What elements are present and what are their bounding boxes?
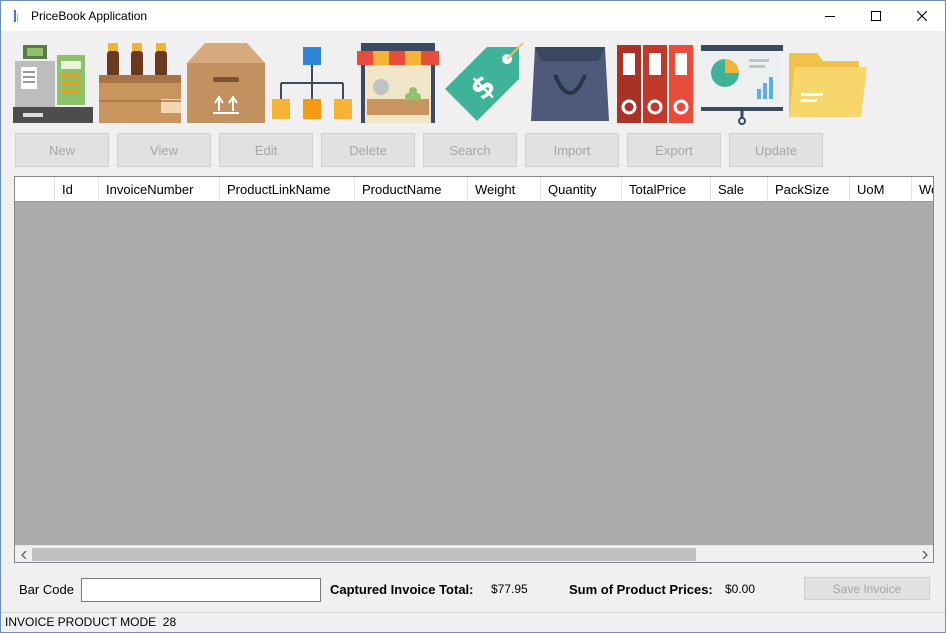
status-bar: INVOICE PRODUCT MODE 28: [1, 612, 945, 632]
sum-product-prices-value: $0.00: [725, 582, 756, 596]
binders-icon[interactable]: [615, 41, 697, 125]
new-button[interactable]: New: [15, 133, 109, 167]
horizontal-scrollbar[interactable]: [15, 545, 933, 562]
grid-header: Id InvoiceNumber ProductLinkName Product…: [15, 177, 933, 202]
cash-register-icon[interactable]: [13, 41, 95, 125]
price-tag-icon[interactable]: $: [443, 41, 525, 125]
invoice-footer: Bar Code Captured Invoice Total: $77.95 …: [1, 571, 945, 611]
column-header-id[interactable]: Id: [55, 177, 99, 201]
app-icon: [14, 10, 18, 22]
captured-total-value: $77.95: [491, 582, 528, 596]
minimize-button[interactable]: [807, 1, 853, 31]
export-button[interactable]: Export: [627, 133, 721, 167]
maximize-icon: [871, 11, 881, 21]
column-header-productlinkname[interactable]: ProductLinkName: [220, 177, 355, 201]
window-title: PriceBook Application: [31, 9, 148, 23]
beer-crate-icon[interactable]: [99, 41, 181, 125]
column-header-weight-partial[interactable]: We: [912, 177, 933, 201]
sum-product-prices-label: Sum of Product Prices:: [569, 582, 713, 597]
column-header-sale[interactable]: Sale: [711, 177, 768, 201]
column-header-quantity[interactable]: Quantity: [541, 177, 622, 201]
chevron-left-icon: [20, 550, 26, 559]
edit-button[interactable]: Edit: [219, 133, 313, 167]
import-button[interactable]: Import: [525, 133, 619, 167]
save-invoice-button[interactable]: Save Invoice: [804, 577, 930, 600]
shopping-bag-icon[interactable]: [529, 41, 611, 125]
captured-total-label: Captured Invoice Total:: [330, 582, 474, 597]
delete-button[interactable]: Delete: [321, 133, 415, 167]
search-button[interactable]: Search: [423, 133, 517, 167]
row-header-column[interactable]: [15, 177, 55, 201]
app-window: PriceBook Application $ New View Edit De…: [0, 0, 946, 633]
status-text: INVOICE PRODUCT MODE 28: [5, 615, 177, 629]
minimize-icon: [825, 16, 835, 17]
toolbar: $: [13, 41, 873, 125]
scroll-right-button[interactable]: [916, 546, 933, 562]
column-header-productname[interactable]: ProductName: [355, 177, 468, 201]
update-button[interactable]: Update: [729, 133, 823, 167]
scrollbar-thumb[interactable]: [32, 548, 696, 561]
hierarchy-icon[interactable]: [271, 41, 353, 125]
presentation-board-icon[interactable]: [701, 41, 783, 125]
folder-icon[interactable]: [787, 41, 869, 125]
chevron-right-icon: [922, 550, 928, 559]
close-button[interactable]: [899, 1, 945, 31]
column-header-packsize[interactable]: PackSize: [768, 177, 850, 201]
column-header-invoicenumber[interactable]: InvoiceNumber: [99, 177, 220, 201]
column-header-weight[interactable]: Weight: [468, 177, 541, 201]
maximize-button[interactable]: [853, 1, 899, 31]
scroll-left-button[interactable]: [15, 546, 32, 562]
market-stall-icon[interactable]: [357, 41, 439, 125]
barcode-input[interactable]: [81, 578, 321, 602]
barcode-label: Bar Code: [19, 582, 74, 597]
invoice-product-grid[interactable]: Id InvoiceNumber ProductLinkName Product…: [14, 176, 934, 563]
column-header-uom[interactable]: UoM: [850, 177, 912, 201]
title-bar: PriceBook Application: [1, 1, 945, 31]
column-header-totalprice[interactable]: TotalPrice: [622, 177, 711, 201]
close-icon: [917, 11, 927, 21]
view-button[interactable]: View: [117, 133, 211, 167]
cardboard-box-icon[interactable]: [185, 41, 267, 125]
